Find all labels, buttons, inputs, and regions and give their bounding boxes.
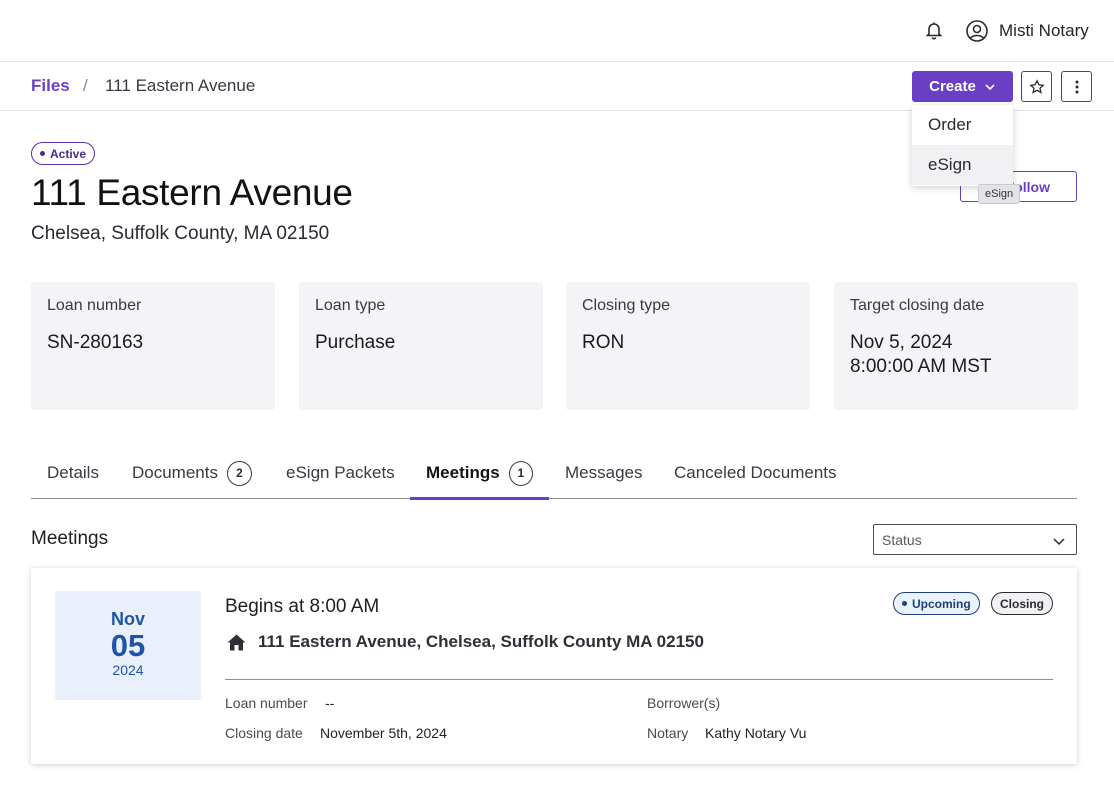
breadcrumb-current: 111 Eastern Avenue bbox=[105, 76, 256, 95]
tab-documents[interactable]: Documents 2 bbox=[132, 448, 252, 498]
create-button[interactable]: Create bbox=[912, 71, 1013, 102]
more-options-button[interactable] bbox=[1061, 71, 1092, 102]
tab-esign-packets[interactable]: eSign Packets bbox=[286, 448, 395, 498]
user-avatar-icon bbox=[966, 20, 988, 42]
file-status-badge: Active bbox=[31, 142, 96, 165]
card-label: Closing type bbox=[582, 297, 671, 314]
create-dropdown-menu: Order eSign bbox=[912, 105, 1013, 186]
card-label: Loan type bbox=[315, 297, 386, 314]
tab-label: Meetings bbox=[426, 463, 500, 482]
meeting-year: 2024 bbox=[112, 662, 144, 678]
closing-type-card: Closing type RON bbox=[566, 282, 810, 410]
status-dot-icon bbox=[40, 151, 45, 156]
target-closing-date-card: Target closing date Nov 5, 2024 8:00:00 … bbox=[834, 282, 1078, 410]
tooltip: eSign bbox=[978, 184, 1021, 204]
loan-number-value: -- bbox=[325, 695, 335, 711]
notary-value: Kathy Notary Vu bbox=[705, 725, 807, 741]
meeting-status-badge: Upcoming bbox=[893, 592, 980, 615]
home-icon bbox=[227, 634, 246, 650]
breadcrumb-separator: / bbox=[83, 76, 88, 95]
meeting-date-box: Nov 05 2024 bbox=[55, 591, 201, 700]
card-label: Target closing date bbox=[850, 297, 985, 314]
meeting-type-badge: Closing bbox=[991, 592, 1053, 615]
tab-details[interactable]: Details bbox=[47, 448, 99, 498]
tab-label: Messages bbox=[565, 463, 643, 482]
card-value: RON bbox=[582, 332, 625, 353]
card-label: Loan number bbox=[47, 297, 142, 314]
page-title: 111 Eastern Avenue bbox=[31, 172, 353, 213]
status-filter-placeholder: Status bbox=[882, 531, 922, 548]
create-button-label: Create bbox=[929, 78, 976, 95]
tab-messages[interactable]: Messages bbox=[565, 448, 642, 498]
breadcrumb-files-link[interactable]: Files bbox=[31, 76, 70, 96]
meeting-address-text: 111 Eastern Avenue, Chelsea, Suffolk Cou… bbox=[258, 632, 704, 651]
favorite-button[interactable] bbox=[1021, 71, 1052, 102]
bell-icon[interactable] bbox=[924, 20, 944, 40]
status-filter-select[interactable]: Status bbox=[873, 524, 1077, 555]
loan-number-label: Loan number bbox=[225, 695, 308, 711]
card-value: SN-280163 bbox=[47, 332, 144, 353]
dropdown-item-order[interactable]: Order bbox=[912, 105, 1013, 145]
divider bbox=[225, 679, 1053, 680]
loan-number-card: Loan number SN-280163 bbox=[31, 282, 275, 410]
tab-label: Canceled Documents bbox=[674, 463, 837, 482]
kebab-menu-icon bbox=[1075, 80, 1078, 93]
tab-label: Documents bbox=[132, 463, 218, 482]
page-subtitle: Chelsea, Suffolk County, MA 02150 bbox=[31, 223, 330, 244]
notary-label: Notary bbox=[647, 725, 689, 741]
file-status-label: Active bbox=[50, 146, 87, 161]
star-icon bbox=[1028, 78, 1045, 94]
chevron-down-icon bbox=[985, 83, 995, 90]
meeting-card[interactable]: Nov 05 2024 Begins at 8:00 AM Upcoming C… bbox=[31, 568, 1077, 764]
tab-count-badge: 1 bbox=[508, 460, 533, 486]
section-title: Meetings bbox=[31, 528, 109, 549]
closing-date-value: November 5th, 2024 bbox=[320, 725, 447, 741]
meeting-address: 111 Eastern Avenue, Chelsea, Suffolk Cou… bbox=[227, 632, 704, 652]
top-bar: Misti Notary bbox=[0, 0, 1114, 62]
user-menu[interactable]: Misti Notary bbox=[965, 18, 1089, 44]
card-value-date: Nov 5, 2024 bbox=[850, 332, 953, 353]
meeting-day: 05 bbox=[110, 628, 146, 663]
tab-meetings[interactable]: Meetings 1 bbox=[410, 448, 549, 500]
tab-label: Details bbox=[47, 463, 99, 482]
meeting-status-label: Upcoming bbox=[912, 596, 971, 611]
borrowers-label: Borrower(s) bbox=[647, 695, 721, 711]
tab-count-badge: 2 bbox=[226, 460, 252, 486]
user-name: Misti Notary bbox=[999, 21, 1089, 40]
tab-bar: Details Documents 2 eSign Packets Meetin… bbox=[31, 448, 1077, 500]
chevron-down-icon bbox=[1053, 538, 1065, 546]
card-value: Purchase bbox=[315, 332, 396, 353]
meeting-time: Begins at 8:00 AM bbox=[225, 596, 380, 617]
status-dot-icon bbox=[902, 601, 907, 606]
dropdown-item-esign[interactable]: eSign bbox=[912, 145, 1013, 185]
tab-canceled-documents[interactable]: Canceled Documents bbox=[674, 448, 837, 498]
closing-date-label: Closing date bbox=[225, 725, 303, 741]
breadcrumb-bar: Files / 111 Eastern Avenue Create bbox=[0, 62, 1114, 111]
loan-type-card: Loan type Purchase bbox=[299, 282, 543, 410]
meeting-month: Nov bbox=[110, 609, 145, 629]
card-value-time: 8:00:00 AM MST bbox=[850, 356, 992, 377]
tab-label: eSign Packets bbox=[286, 463, 395, 482]
